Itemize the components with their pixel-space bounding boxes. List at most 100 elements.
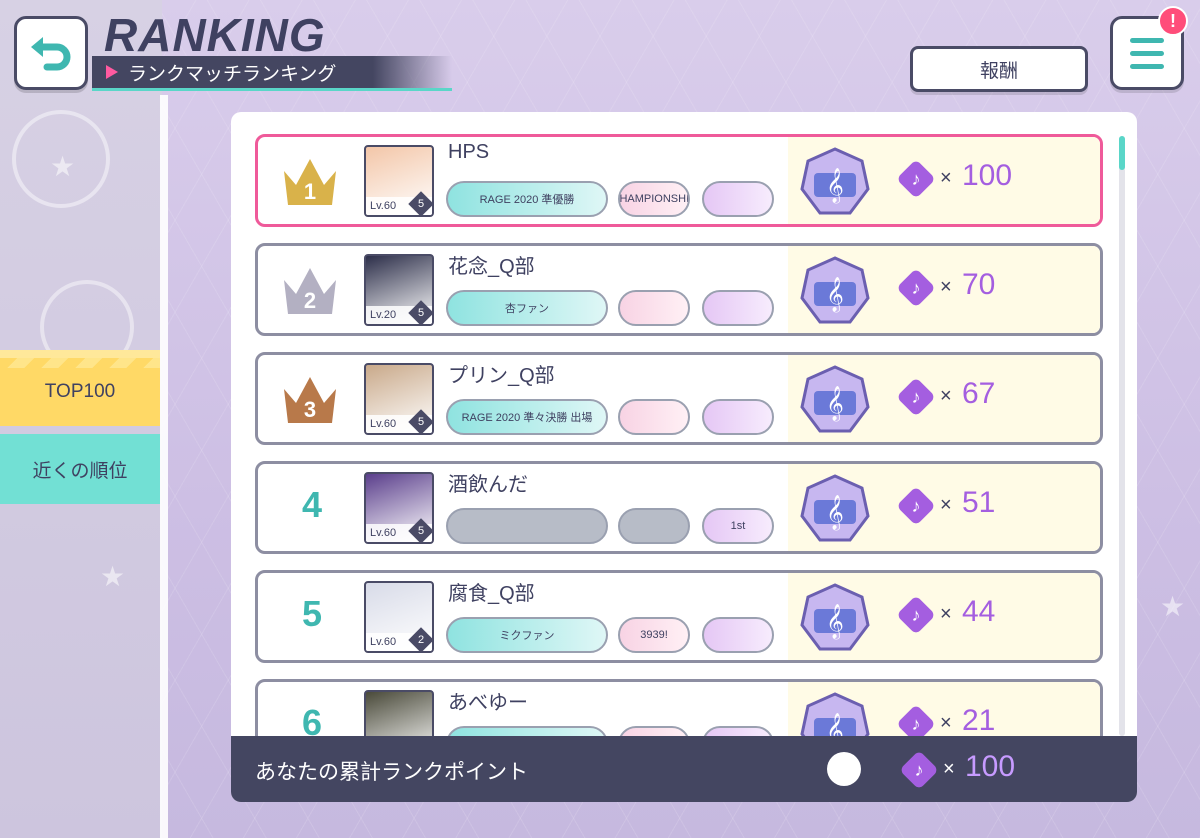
svg-text:𝄞: 𝄞 — [826, 495, 844, 531]
svg-text:𝄞: 𝄞 — [826, 277, 844, 313]
multiply-sign: × — [940, 385, 952, 407]
page-title: RANKING — [104, 9, 326, 61]
back-arrow-icon — [31, 37, 71, 71]
title-badge: 杏ファン — [446, 290, 608, 326]
svg-text:𝄞: 𝄞 — [826, 713, 844, 736]
tab-nearby-rank[interactable]: 近くの順位 — [0, 434, 160, 504]
decor-star-icon: ★ — [1160, 591, 1186, 622]
title-badge — [618, 508, 690, 544]
rank-emblem-icon — [827, 752, 861, 786]
player-avatar[interactable]: Lv.60 2 — [364, 581, 434, 653]
hamburger-line — [1130, 37, 1164, 43]
decor-star-icon: ★ — [100, 561, 126, 592]
title-badge — [702, 399, 774, 435]
rank-number: 2 — [304, 288, 316, 313]
ranking-panel: 1Lv.605HPSRAGE 2020 準優勝CHAMPIONSHIP𝄞♪×10… — [231, 112, 1137, 802]
rank-emblem-icon: 𝄞 — [800, 474, 870, 542]
rank-crown-icon: 3 — [284, 377, 336, 423]
rank-crown-icon: 2 — [284, 268, 336, 314]
rank-point-icon: ♪ — [899, 750, 939, 790]
sidebar-edge — [160, 95, 168, 838]
rank-emblem-icon: 𝄞 — [800, 583, 870, 651]
title-badge — [618, 399, 690, 435]
rank-point-icon: ♪ — [896, 159, 936, 199]
ranking-row[interactable]: 1 Lv.605 HPS RAGE 2020 準優勝 CHAMPIONSHIP 𝄞 ♪× 10… — [255, 134, 1103, 227]
rank-crown-icon: 1 — [284, 159, 336, 205]
multiply-sign: × — [943, 758, 955, 780]
ranking-row[interactable]: 2 Lv.20 5 花念_Q部杏ファン 𝄞 ♪ × 70 — [255, 243, 1103, 336]
title-badge — [618, 290, 690, 326]
player-avatar[interactable]: Lv.20 5 — [364, 254, 434, 326]
player-avatar[interactable]: Lv.60 5 — [364, 363, 434, 435]
player-avatar[interactable]: Lv.60 5 — [364, 472, 434, 544]
decor-star-icon: ★ — [50, 151, 76, 182]
title-badge: 1st — [702, 508, 774, 544]
rank-emblem-icon: 𝄞 — [800, 365, 870, 433]
rank-number: 3 — [304, 397, 316, 422]
my-points-footer: あなたの累計ランクポイント ♪ × 100 — [231, 736, 1137, 802]
scrollbar[interactable] — [1119, 136, 1125, 736]
title-badge: ミクファン — [446, 617, 608, 653]
title-badge — [702, 726, 774, 736]
title-badge: RAGE 2020 準々決勝 出場 — [446, 399, 608, 435]
ranking-row[interactable]: 4 Lv.60 5 酒飲んだ 1st 𝄞 ♪ × 51 — [255, 461, 1103, 554]
rank-points-value: 51 — [962, 486, 996, 519]
my-points-value: 100 — [965, 750, 1016, 783]
rank-emblem-icon: 𝄞 — [800, 147, 870, 215]
page-subtitle-bar: ランクマッチランキング — [92, 56, 452, 91]
player-name: プリン_Q部 — [448, 365, 555, 387]
rank-points-value: 70 — [962, 268, 996, 301]
multiply-sign: × — [940, 167, 952, 189]
player-name: 腐食_Q部 — [448, 583, 535, 605]
title-badge — [618, 726, 690, 736]
hamburger-line — [1130, 63, 1164, 69]
player-avatar[interactable] — [364, 690, 434, 736]
rank-number: 1 — [304, 179, 316, 204]
back-button[interactable] — [14, 16, 88, 90]
rank-points-value: 21 — [962, 704, 996, 736]
notification-badge: ! — [1158, 6, 1188, 36]
rank-points-value: 67 — [962, 377, 996, 410]
title-badge: 3939! — [618, 617, 690, 653]
player-name: HPS — [448, 141, 490, 163]
title-badge: RAGE 2020 準優勝 — [446, 181, 608, 217]
play-triangle-icon — [106, 65, 118, 79]
rank-points-value: 100 — [962, 159, 1013, 192]
rank-emblem-icon: 𝄞 — [800, 692, 870, 736]
my-points-label: あなたの累計ランクポイント — [255, 761, 528, 784]
rank-points-value: 44 — [962, 595, 996, 628]
title-badge — [702, 181, 774, 217]
player-name: 酒飲んだ — [448, 474, 528, 496]
rank-number: 5 — [301, 593, 323, 634]
title-badge — [702, 290, 774, 326]
rank-number: 6 — [301, 702, 323, 736]
page-subtitle: ランクマッチランキング — [128, 63, 337, 85]
svg-text:𝄞: 𝄞 — [826, 386, 844, 422]
rank-emblem-icon: 𝄞 — [800, 256, 870, 324]
title-badge — [446, 726, 608, 736]
rank-point-icon: ♪ — [896, 268, 936, 308]
svg-text:𝄞: 𝄞 — [826, 168, 844, 204]
hamburger-line — [1130, 50, 1164, 56]
player-avatar[interactable]: Lv.60 5 — [364, 145, 434, 217]
rank-point-icon: ♪ — [896, 377, 936, 417]
reward-button[interactable]: 報酬 — [910, 46, 1088, 92]
player-name: 花念_Q部 — [448, 256, 535, 278]
multiply-sign: × — [940, 494, 952, 516]
title-badge: CHAMPIONSHIP — [618, 181, 690, 217]
multiply-sign: × — [940, 603, 952, 625]
ranking-row[interactable]: 6 あべゆー 𝄞 ♪ × 21 — [255, 679, 1103, 736]
title-badge — [702, 617, 774, 653]
tab-top100[interactable]: TOP100 — [0, 350, 160, 426]
ranking-row[interactable]: 5 Lv.60 2 腐食_Q部ミクファン 3939! 𝄞 ♪ × 44 — [255, 570, 1103, 663]
scroll-thumb[interactable] — [1119, 136, 1125, 170]
rank-point-icon: ♪ — [896, 595, 936, 635]
multiply-sign: × — [940, 276, 952, 298]
title-badge — [446, 508, 608, 544]
player-name: あべゆー — [448, 692, 528, 714]
svg-text:𝄞: 𝄞 — [826, 604, 844, 640]
multiply-sign: × — [940, 712, 952, 734]
ranking-list[interactable]: 1Lv.605HPSRAGE 2020 準優勝CHAMPIONSHIP𝄞♪×10… — [231, 112, 1137, 736]
rank-number: 4 — [301, 484, 323, 525]
ranking-row[interactable]: 3 Lv.60 5 プリン_Q部 RAGE 2020 準々決勝 出場 𝄞 ♪ × 67 — [255, 352, 1103, 445]
